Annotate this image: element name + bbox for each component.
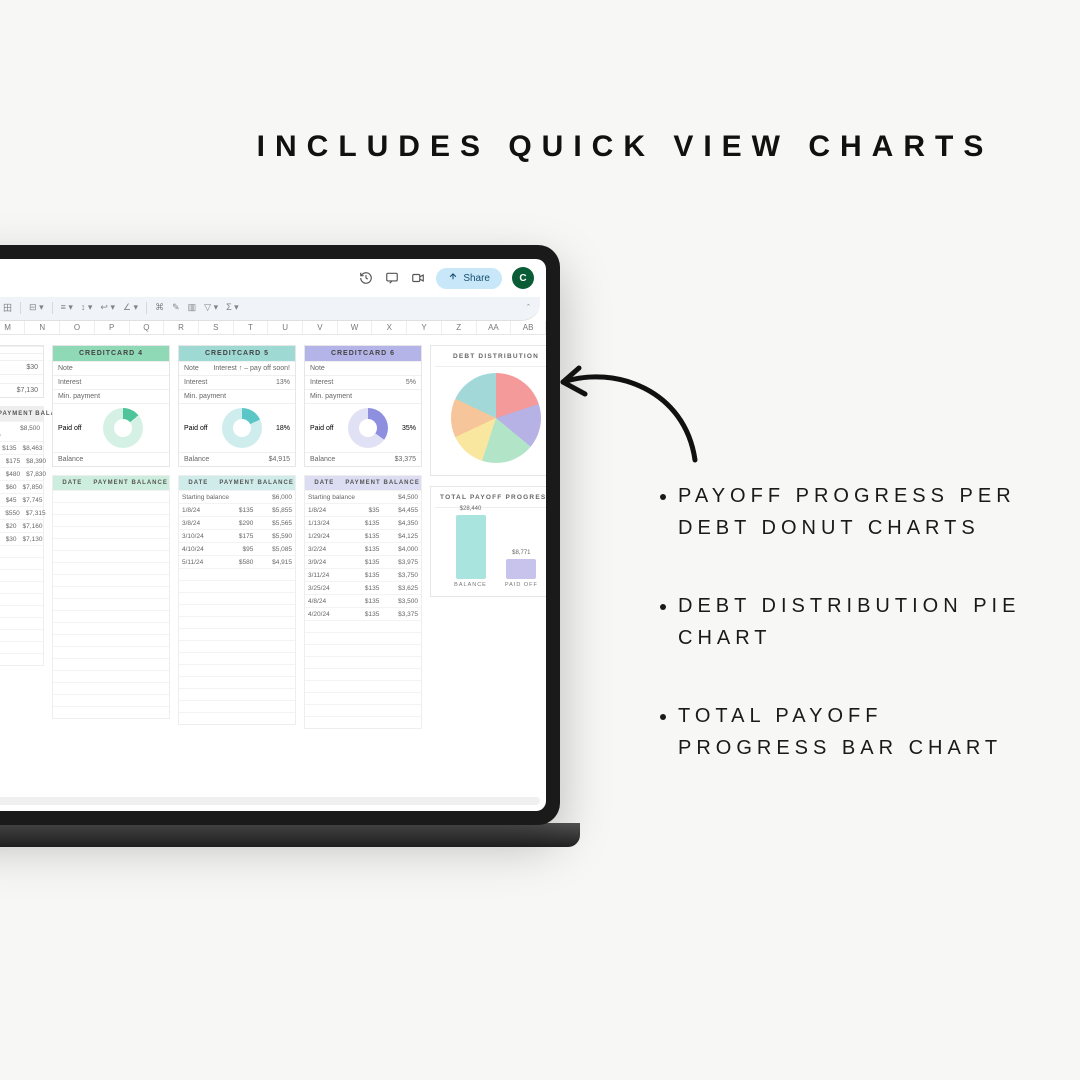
debt-distribution-chart: DEBT DISTRIBUTION: [430, 345, 546, 476]
column-headers[interactable]: LMNOPQRSTUVWXYZAAAB: [0, 321, 546, 335]
bar-paid: [506, 559, 536, 579]
laptop-screen-bezel: Share C A. ⬚ 田 ⊟ ▾ ≡ ▾ ↕ ▾ ↩ ▾ ∠ ▾ ⌘ ✎ ▥: [0, 245, 560, 825]
share-label: Share: [463, 273, 490, 284]
donut-icon: [103, 408, 143, 448]
chart-title: TOTAL PAYOFF PROGRESS: [435, 491, 546, 508]
donut-icon: [222, 408, 262, 448]
wrap-icon[interactable]: ↩ ▾: [100, 302, 115, 313]
sheet-body[interactable]: $30 $7,130 DATEPAYMENTBALANCE Starting b…: [0, 335, 546, 795]
share-button[interactable]: Share: [436, 268, 502, 289]
bar-label: BALANCE: [454, 582, 487, 588]
bar-value: $8,771: [512, 550, 530, 556]
functions-icon[interactable]: Σ ▾: [226, 302, 239, 313]
rotate-icon[interactable]: ∠ ▾: [123, 302, 138, 313]
sheets-titlebar: Share C: [0, 259, 546, 297]
charts-column: DEBT DISTRIBUTION TOTAL PAYOFF PROGRESS …: [430, 345, 546, 787]
horizontal-scrollbar[interactable]: [0, 797, 540, 805]
sheets-toolbar[interactable]: A. ⬚ 田 ⊟ ▾ ≡ ▾ ↕ ▾ ↩ ▾ ∠ ▾ ⌘ ✎ ▥ ▽ ▾ Σ ▾…: [0, 297, 540, 321]
total-payoff-chart: TOTAL PAYOFF PROGRESS $28,440 BALANCE $8…: [430, 486, 546, 597]
pie-icon: [451, 373, 541, 463]
avatar[interactable]: C: [512, 267, 534, 289]
filter-icon[interactable]: ▽ ▾: [204, 302, 218, 313]
feature-bullets: PAYOFF PROGRESS PER DEBT DONUT CHARTS DE…: [660, 480, 1040, 810]
valign-icon[interactable]: ↕ ▾: [81, 302, 93, 313]
chart-title: DEBT DISTRIBUTION: [435, 350, 546, 367]
callout-arrow-icon: [545, 350, 705, 470]
bullet-item: DEBT DISTRIBUTION PIE CHART: [678, 590, 1040, 654]
creditcard-column-partial: $30 $7,130 DATEPAYMENTBALANCE Starting b…: [0, 345, 44, 787]
collapse-toolbar-icon[interactable]: ˆ: [527, 303, 530, 313]
bullet-item: PAYOFF PROGRESS PER DEBT DONUT CHARTS: [678, 480, 1040, 544]
meet-icon[interactable]: [410, 270, 426, 286]
comment-icon[interactable]: [384, 270, 400, 286]
merge-icon[interactable]: ⊟ ▾: [29, 302, 44, 313]
insert-comment-icon[interactable]: ✎: [172, 302, 180, 313]
bar-balance: [456, 515, 486, 579]
payments-table-partial: DATEPAYMENTBALANCE Starting balance$8,50…: [0, 406, 44, 666]
borders-icon[interactable]: 田: [3, 301, 12, 314]
history-icon[interactable]: [358, 270, 374, 286]
bullet-item: TOTAL PAYOFF PROGRESS BAR CHART: [678, 700, 1040, 764]
cc-minpay-val: $30: [26, 364, 38, 371]
chart-icon[interactable]: ▥: [188, 302, 197, 313]
halign-icon[interactable]: ≡ ▾: [61, 302, 73, 313]
laptop-mockup: Share C A. ⬚ 田 ⊟ ▾ ≡ ▾ ↕ ▾ ↩ ▾ ∠ ▾ ⌘ ✎ ▥: [0, 245, 600, 905]
laptop-base: [0, 823, 580, 847]
bar-value: $28,440: [460, 506, 482, 512]
donut-icon: [348, 408, 388, 448]
headline: INCLUDES QUICK VIEW CHARTS: [220, 130, 1030, 164]
bar-label: PAID OFF: [505, 582, 538, 588]
link-icon[interactable]: ⌘: [155, 302, 164, 313]
cc-balance-val: $7,130: [17, 387, 38, 394]
spreadsheet-screen: Share C A. ⬚ 田 ⊟ ▾ ≡ ▾ ↕ ▾ ↩ ▾ ∠ ▾ ⌘ ✎ ▥: [0, 259, 546, 811]
